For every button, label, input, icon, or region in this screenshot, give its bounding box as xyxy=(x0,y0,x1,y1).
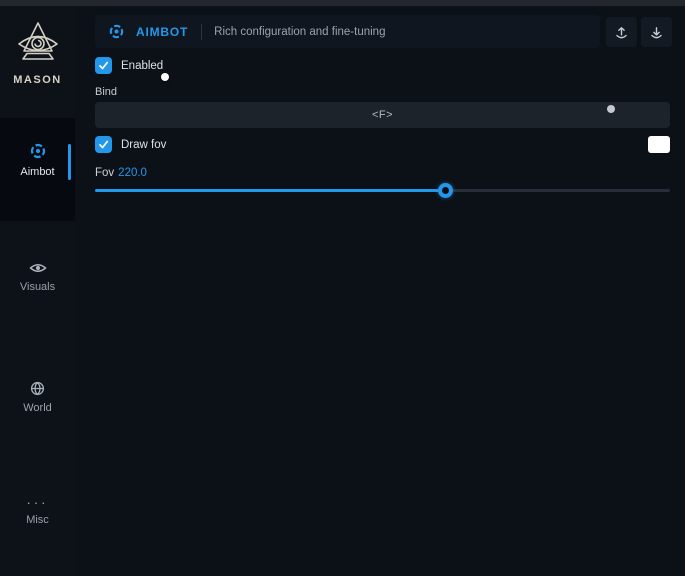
bind-input[interactable]: <F> xyxy=(95,102,670,128)
sidebar-item-world[interactable]: World xyxy=(0,381,75,414)
crosshair-icon xyxy=(108,23,125,40)
app-window: MASON Aimbot Visuals Wor xyxy=(0,0,685,576)
top-edge-strip xyxy=(0,0,685,6)
ellipsis-icon: ··· xyxy=(0,498,75,508)
brand-name: MASON xyxy=(0,74,75,86)
draw-fov-label: Draw fov xyxy=(121,139,166,151)
draw-fov-checkbox[interactable] xyxy=(95,136,112,153)
bind-value: <F> xyxy=(372,109,393,121)
page-title: AIMBOT xyxy=(136,25,188,39)
sidebar-item-misc[interactable]: ··· Misc xyxy=(0,498,75,526)
fov-slider-track[interactable] xyxy=(95,189,670,192)
sidebar: MASON Aimbot Visuals Wor xyxy=(0,6,75,576)
section-header: AIMBOT Rich configuration and fine-tunin… xyxy=(95,15,600,48)
active-tab-indicator xyxy=(68,144,71,180)
page-subtitle: Rich configuration and fine-tuning xyxy=(214,26,385,38)
cursor-dot xyxy=(161,73,169,81)
fov-label: Fov xyxy=(95,167,114,179)
fov-readout: Fov 220.0 xyxy=(95,167,147,179)
sidebar-item-visuals[interactable]: Visuals xyxy=(0,261,75,293)
fov-slider-handle[interactable] xyxy=(438,183,453,198)
fov-value: 220.0 xyxy=(118,167,147,179)
eye-pyramid-logo-icon xyxy=(14,20,62,70)
sidebar-item-aimbot[interactable]: Aimbot xyxy=(0,118,75,221)
enabled-checkbox[interactable] xyxy=(95,57,112,74)
fov-slider[interactable] xyxy=(95,183,670,198)
crosshair-icon xyxy=(29,142,47,160)
header-divider xyxy=(201,24,202,40)
sidebar-item-label: Misc xyxy=(0,514,75,526)
sidebar-item-label: Aimbot xyxy=(0,166,75,178)
download-icon xyxy=(649,25,664,40)
enabled-label: Enabled xyxy=(121,60,163,72)
bind-label: Bind xyxy=(95,86,117,98)
check-icon xyxy=(98,60,109,71)
check-icon xyxy=(98,139,109,150)
fov-slider-fill xyxy=(95,189,446,192)
import-config-button[interactable] xyxy=(641,17,672,47)
export-config-button[interactable] xyxy=(606,17,637,47)
sidebar-item-label: Visuals xyxy=(0,281,75,293)
upload-icon xyxy=(614,25,629,40)
eye-icon xyxy=(29,261,47,275)
sidebar-item-label: World xyxy=(0,402,75,414)
brand-logo: MASON xyxy=(0,20,75,86)
globe-icon xyxy=(30,381,45,396)
bind-field-dot xyxy=(607,105,615,113)
fov-color-picker[interactable] xyxy=(648,136,670,153)
